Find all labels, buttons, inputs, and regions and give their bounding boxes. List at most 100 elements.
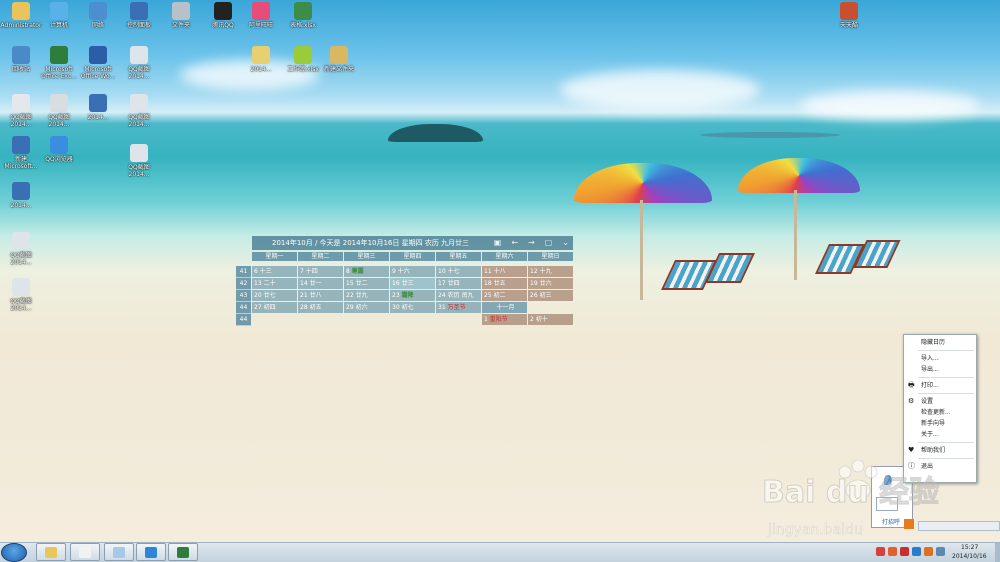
menu-item[interactable]: 检查更新... (904, 407, 976, 418)
taskbar-button-excel[interactable] (168, 543, 198, 561)
desktop-icon[interactable]: Microsoft Office Exc... (38, 46, 80, 80)
volume-tray-icon[interactable] (936, 547, 945, 556)
desktop-icon[interactable]: 2014... (0, 182, 42, 209)
taskbar-button-qq-browser[interactable] (136, 543, 166, 561)
desktop-icon[interactable]: QQ截图 2014... (0, 94, 42, 128)
calendar-day[interactable]: 26 初三 (528, 290, 573, 301)
calendar-day[interactable]: 1 重阳节 (482, 314, 527, 325)
calendar-day[interactable]: 31 万圣节 (436, 302, 481, 313)
calendar-day[interactable]: 23 霜降 (390, 290, 435, 301)
calendar-day-today[interactable]: 16 廿三 (389, 277, 436, 290)
menu-item[interactable]: 导出... (904, 364, 976, 375)
menu-item-label: 关于... (921, 431, 939, 438)
menu-item[interactable]: 导入... (904, 353, 976, 364)
calendar-day[interactable]: 15 廿二 (344, 278, 389, 289)
desktop-icon[interactable]: 计算机 (38, 2, 80, 29)
calendar-day[interactable]: 2 初十 (528, 314, 573, 325)
calendar-day[interactable]: 24 农历 闰九 (436, 290, 481, 301)
calendar-day[interactable]: 8 寒露 (344, 266, 389, 277)
calendar-prev-icon[interactable]: ← (511, 236, 518, 250)
lunar-label: 重阳节 (489, 316, 508, 323)
clock-date[interactable]: 2014/10/16 (952, 553, 987, 560)
day-number: 17 (438, 280, 446, 287)
calendar-day[interactable]: 14 廿一 (298, 278, 343, 289)
day-number: 2 (530, 316, 534, 323)
desktop-icon[interactable]: 回收站 (0, 46, 42, 73)
taskbar-button-paint[interactable] (104, 543, 134, 561)
desktop-icon[interactable]: Administrator (0, 2, 42, 29)
desktop-icon[interactable]: 2014... (240, 46, 282, 73)
desktop-calendar[interactable]: 2014年10月 / 今天是 2014年10月16日 星期四 农历 九月廿三 ▣… (236, 236, 573, 326)
calendar-day[interactable]: 19 廿六 (528, 278, 573, 289)
tray-overflow-strip[interactable] (918, 521, 1000, 531)
qq-tray-icon[interactable] (876, 547, 885, 556)
day-number: 26 (530, 292, 538, 299)
calendar-day[interactable]: 22 廿九 (344, 290, 389, 301)
calendar-next-icon[interactable]: → (528, 236, 535, 250)
calendar-day[interactable]: 25 初二 (482, 290, 527, 301)
desktop-icon[interactable]: 文件夹 (160, 2, 202, 29)
taskbar-button-explorer[interactable] (36, 543, 66, 561)
desktop-icon-label: QQ截图 2014... (128, 164, 150, 178)
desktop-icon-label: QQ浏览器 (45, 156, 73, 163)
menu-item[interactable]: 隐藏日历 (904, 337, 976, 348)
calendar-day[interactable]: 10 十七 (436, 266, 481, 277)
calendar-day[interactable]: 27 初四 (252, 302, 297, 313)
calendar-day[interactable]: 28 初五 (298, 302, 343, 313)
calendar-day[interactable]: 11 十八 (482, 266, 527, 277)
desktop-icon[interactable]: 2014... (77, 94, 119, 121)
desktop-icon[interactable]: QQ浏览器 (38, 136, 80, 163)
weekday-sun: 星期日 (528, 252, 573, 261)
desktop-icon[interactable]: QQ截图 2014... (38, 94, 80, 128)
umbrella-pole (794, 190, 797, 280)
qq-tray-icon[interactable] (900, 547, 909, 556)
desktop-icon[interactable]: 新建 Microsoft... (0, 136, 42, 170)
app-tray-icon[interactable] (888, 547, 897, 556)
calendar-day[interactable]: 29 初六 (344, 302, 389, 313)
desktop-icon[interactable]: 表格.xlsx (282, 2, 324, 29)
calendar-day[interactable]: 18 廿五 (482, 278, 527, 289)
calendar-tray-icon[interactable] (924, 547, 933, 556)
paint-icon (113, 547, 125, 558)
taskbar-button-mouse[interactable] (70, 543, 100, 561)
calendar-day[interactable]: 9 十六 (390, 266, 435, 277)
calendar-day[interactable]: 6 十三 (252, 266, 297, 277)
app-icon (12, 94, 30, 112)
desktop-icon[interactable]: QQ截图 2014... (0, 278, 42, 312)
desktop-icon[interactable]: QQ截图 2014... (118, 144, 160, 178)
calendar-controls: ▣ ← → ▢ ⌄ (494, 236, 569, 250)
calendar-day[interactable]: 12 十九 (528, 266, 573, 277)
menu-item[interactable]: 关于... (904, 429, 976, 440)
menu-item[interactable]: 🖶 打印... (904, 380, 976, 391)
clock-time[interactable]: 15:27 (961, 544, 978, 551)
calendar-day[interactable]: 21 廿八 (298, 290, 343, 301)
desktop-icon[interactable]: 阿里旺旺 (240, 2, 282, 29)
menu-item[interactable]: ⚙ 设置 (904, 396, 976, 407)
calendar-skin-icon[interactable]: ▢ (545, 236, 553, 250)
calendar-month-label[interactable]: 十一月 (482, 302, 527, 313)
calendar-today-icon[interactable]: ▣ (494, 236, 502, 250)
desktop-icon[interactable]: 新建文件夹 (318, 46, 360, 73)
desktop-icon[interactable]: 腾讯QQ (202, 2, 244, 29)
menu-item[interactable]: 新手向导 (904, 418, 976, 429)
desktop-icon[interactable]: QQ截图 2014... (0, 232, 42, 266)
calendar-day[interactable]: 13 二十 (252, 278, 297, 289)
show-desktop-button[interactable] (995, 543, 1000, 562)
app-icon (12, 182, 30, 200)
desktop-icon[interactable]: Microsoft Office Wo... (77, 46, 119, 80)
calendar-day[interactable]: 17 廿四 (436, 278, 481, 289)
calendar-collapse-icon[interactable]: ⌄ (562, 236, 569, 250)
desktop-icon[interactable]: QQ截图 2014... (118, 46, 160, 80)
calendar-day[interactable]: 20 廿七 (252, 290, 297, 301)
start-button[interactable] (1, 543, 27, 562)
desktop-icon[interactable]: QQ截图 2014... (118, 94, 160, 128)
app-icon (130, 46, 148, 64)
calendar-day[interactable]: 30 初七 (390, 302, 435, 313)
desktop-icon[interactable]: 天天酷 (828, 2, 870, 29)
desktop-icon[interactable]: 控制面板 (118, 2, 160, 29)
app-icon (89, 46, 107, 64)
network-tray-icon[interactable] (912, 547, 921, 556)
desktop-icon[interactable]: 网络 (77, 2, 119, 29)
calendar-day[interactable]: 7 十四 (298, 266, 343, 277)
menu-item[interactable]: ♥ 帮助我们 (904, 445, 976, 456)
